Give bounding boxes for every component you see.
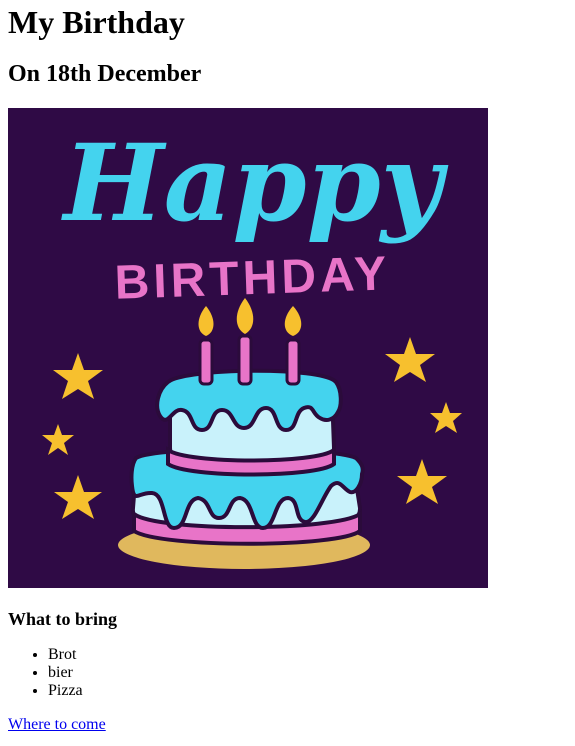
birthday-card-image: Happy BIRTHDAY [8,108,488,588]
page-subtitle: On 18th December [8,61,202,87]
section-heading: What to bring [8,609,118,629]
candle-left [198,338,214,386]
image-subline: BIRTHDAY [114,247,391,310]
bring-list: Brot bier Pizza [8,646,567,700]
bring-list-item: Brot [48,646,567,664]
page-title: My Birthday [8,4,185,40]
image-headline: Happy [61,120,449,245]
candle-right [285,338,301,386]
where-to-come-link[interactable]: Where to come [8,716,106,734]
bring-list-item: bier [48,664,567,682]
bring-list-item: Pizza [48,682,567,700]
candle-middle [237,334,253,386]
